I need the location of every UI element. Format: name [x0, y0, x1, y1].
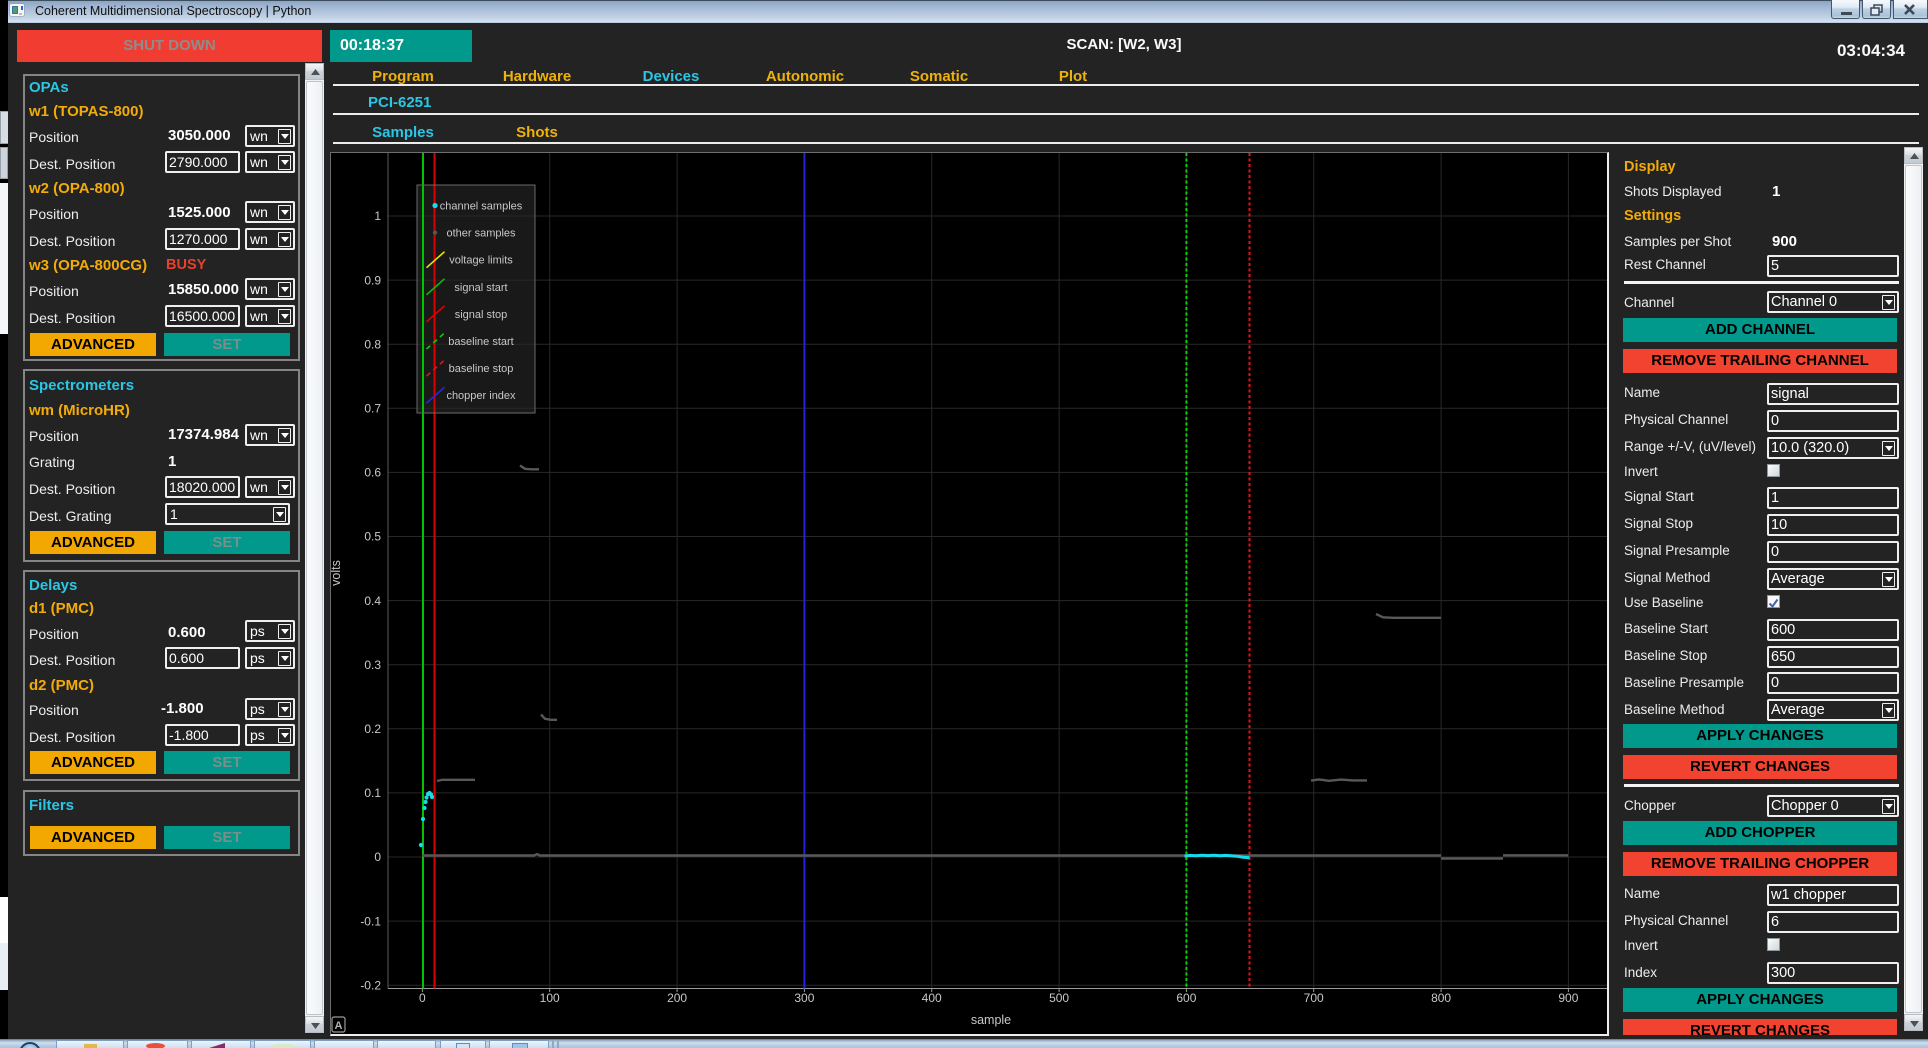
- svg-text:900: 900: [1558, 991, 1578, 1005]
- svg-text:700: 700: [1304, 991, 1324, 1005]
- svg-text:sample: sample: [971, 1013, 1011, 1027]
- svg-text:0.8: 0.8: [364, 337, 381, 351]
- svg-text:400: 400: [922, 991, 942, 1005]
- svg-text:1: 1: [374, 209, 381, 223]
- svg-text:other samples: other samples: [446, 228, 516, 240]
- svg-text:baseline start: baseline start: [448, 336, 513, 348]
- svg-text:0.5: 0.5: [364, 530, 381, 544]
- svg-text:0: 0: [419, 991, 426, 1005]
- svg-text:0.4: 0.4: [364, 594, 381, 608]
- svg-text:signal start: signal start: [454, 282, 507, 294]
- svg-text:A: A: [335, 1020, 343, 1032]
- svg-text:600: 600: [1176, 991, 1196, 1005]
- svg-text:300: 300: [794, 991, 814, 1005]
- svg-text:500: 500: [1049, 991, 1069, 1005]
- svg-text:-0.1: -0.1: [360, 914, 381, 928]
- svg-text:100: 100: [540, 991, 560, 1005]
- svg-text:0.3: 0.3: [364, 658, 381, 672]
- svg-text:200: 200: [667, 991, 687, 1005]
- svg-text:channel samples: channel samples: [440, 201, 523, 213]
- svg-text:0.6: 0.6: [364, 466, 381, 480]
- svg-text:signal stop: signal stop: [455, 309, 508, 321]
- svg-text:chopper index: chopper index: [446, 390, 516, 402]
- svg-text:800: 800: [1431, 991, 1451, 1005]
- svg-text:0.7: 0.7: [364, 402, 381, 416]
- svg-text:volts: volts: [331, 560, 343, 586]
- svg-text:0.2: 0.2: [364, 722, 381, 736]
- svg-text:baseline stop: baseline stop: [449, 363, 514, 375]
- svg-text:0: 0: [374, 850, 381, 864]
- svg-text:0.9: 0.9: [364, 273, 381, 287]
- svg-text:-0.2: -0.2: [360, 978, 381, 992]
- svg-text:0.1: 0.1: [364, 786, 381, 800]
- svg-text:voltage limits: voltage limits: [449, 255, 513, 267]
